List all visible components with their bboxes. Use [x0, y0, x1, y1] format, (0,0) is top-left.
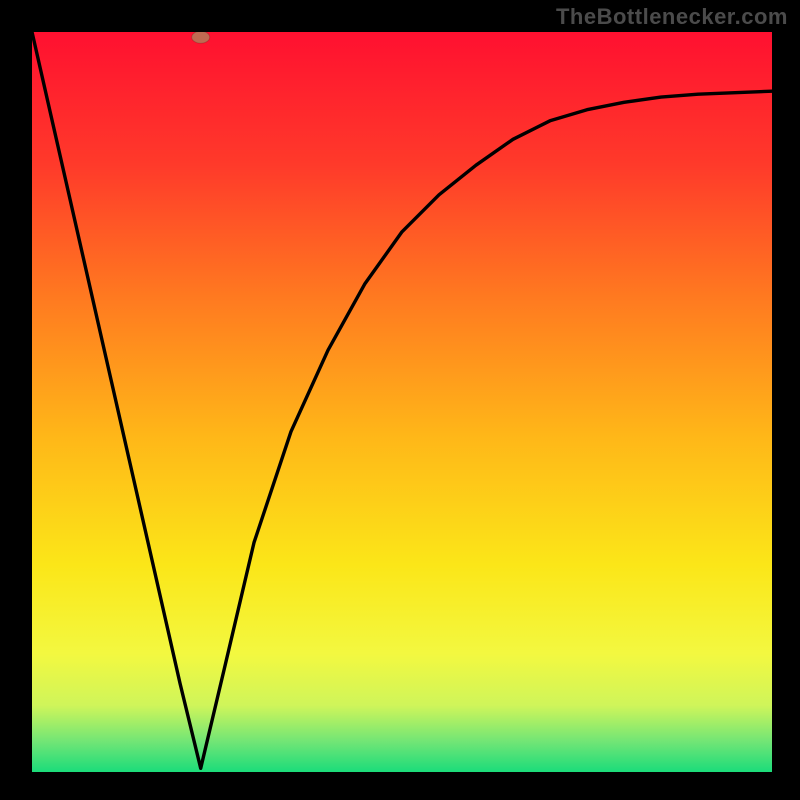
gradient-background — [32, 32, 772, 772]
plot-area — [32, 32, 772, 772]
plot-svg — [32, 32, 772, 772]
attribution-text: TheBottlenecker.com — [556, 4, 788, 30]
chart-frame: TheBottlenecker.com — [0, 0, 800, 800]
minimum-marker — [192, 32, 210, 43]
